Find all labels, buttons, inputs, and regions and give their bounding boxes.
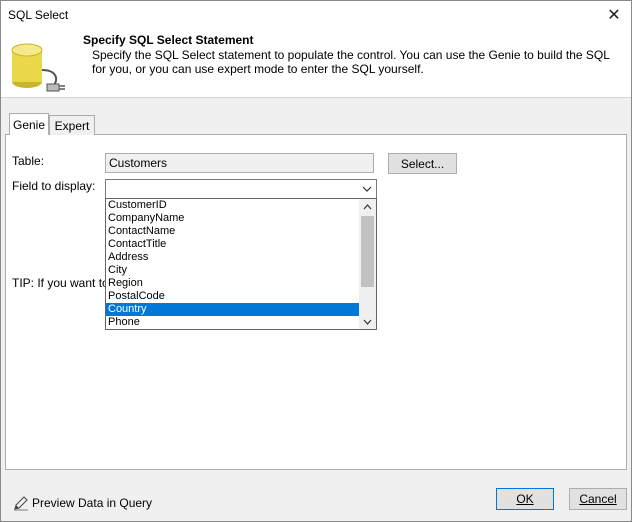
field-dropdown-list[interactable]: CustomerID CompanyName ContactName Conta… — [105, 198, 377, 330]
chevron-up-icon[interactable] — [359, 199, 376, 214]
database-plug-icon — [11, 43, 65, 92]
header-description: Specify the SQL Select statement to popu… — [92, 48, 610, 76]
dropdown-item-selected[interactable]: Country — [106, 303, 360, 316]
ok-button-label: OK — [516, 492, 534, 506]
tab-genie-label: Genie — [12, 117, 46, 132]
preview-data-link[interactable]: Preview Data in Query — [13, 495, 152, 511]
dropdown-item[interactable]: Address — [106, 251, 360, 264]
dropdown-item[interactable]: ContactTitle — [106, 238, 360, 251]
chevron-down-icon[interactable] — [358, 180, 376, 198]
close-icon: ✕ — [607, 7, 621, 24]
window-title: SQL Select — [8, 8, 69, 22]
select-button-label: Select... — [400, 156, 445, 171]
cancel-button[interactable]: Cancel — [569, 488, 627, 510]
field-to-display-combo[interactable] — [105, 179, 377, 199]
header-panel: Specify SQL Select Statement Specify the… — [1, 29, 631, 98]
select-button[interactable]: Select... — [388, 153, 457, 174]
tab-expert[interactable]: Expert — [49, 115, 95, 135]
dropdown-items: CustomerID CompanyName ContactName Conta… — [106, 199, 360, 329]
dropdown-item[interactable]: CompanyName — [106, 212, 360, 225]
scrollbar-thumb[interactable] — [361, 216, 374, 287]
tip-text: TIP: If you want to — [12, 276, 109, 290]
dropdown-scrollbar[interactable] — [359, 199, 376, 329]
dropdown-item[interactable]: Region — [106, 277, 360, 290]
ok-button[interactable]: OK — [496, 488, 554, 510]
field-to-display-label: Field to display: — [12, 179, 96, 193]
cancel-button-label: Cancel — [579, 492, 617, 506]
tab-genie[interactable]: Genie — [9, 113, 49, 135]
table-field[interactable]: Customers — [105, 153, 374, 173]
table-label: Table: — [12, 154, 45, 168]
dropdown-item[interactable]: CustomerID — [106, 199, 360, 212]
tab-expert-label: Expert — [54, 118, 90, 133]
chevron-down-icon[interactable] — [359, 314, 376, 329]
pencil-ruler-icon — [14, 496, 28, 511]
sql-select-dialog: SQL Select ✕ Specify SQL Select Statemen… — [0, 0, 632, 522]
preview-data-label: Preview Data in Query — [32, 496, 153, 510]
close-button[interactable]: ✕ — [597, 1, 631, 29]
dropdown-item[interactable]: PostalCode — [106, 290, 360, 303]
header-title: Specify SQL Select Statement — [83, 33, 254, 47]
title-bar: SQL Select ✕ — [1, 1, 631, 29]
dropdown-item[interactable]: City — [106, 264, 360, 277]
dropdown-item[interactable]: ContactName — [106, 225, 360, 238]
dropdown-item[interactable]: Phone — [106, 316, 360, 329]
